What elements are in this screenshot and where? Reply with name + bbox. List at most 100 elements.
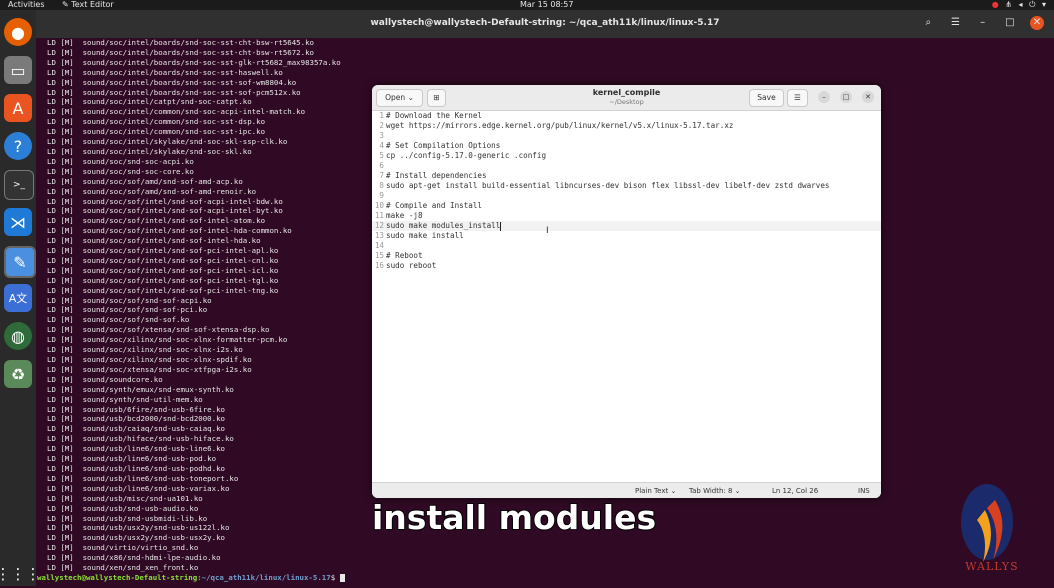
terminal-line: LD [M] sound/xen/snd_xen_front.ko bbox=[47, 563, 199, 573]
line-number: 9 bbox=[379, 191, 384, 200]
editor-header: Open ⌄ ⊞ kernel_compile ~/Desktop Save ☰… bbox=[372, 85, 881, 111]
line-text: # Compile and Install bbox=[386, 201, 483, 210]
editor-line: 1 # Download the Kernel bbox=[372, 111, 881, 121]
software-icon[interactable]: A bbox=[4, 94, 32, 122]
editor-line: 8 sudo apt-get install build-essential li… bbox=[372, 181, 881, 191]
record-icon: ● bbox=[991, 0, 1001, 9]
line-number: 6 bbox=[379, 161, 384, 170]
terminal-line: LD [M] sound/x86/snd-hdmi-lpe-audio.ko bbox=[47, 553, 221, 563]
editor-line: 4 # Set Compilation Options bbox=[372, 141, 881, 151]
line-number: 10 bbox=[374, 201, 384, 210]
editor-line: 11 make -j8 bbox=[372, 211, 881, 221]
apps-grid-icon[interactable]: ⋮⋮⋮ bbox=[0, 560, 41, 588]
firefox-icon[interactable]: ● bbox=[4, 18, 32, 46]
line-text: wget https://mirrors.edge.kernel.org/pub… bbox=[386, 121, 734, 130]
text-editor-window: Open ⌄ ⊞ kernel_compile ~/Desktop Save ☰… bbox=[372, 85, 881, 498]
editor-line: 14 bbox=[372, 241, 881, 251]
line-text: # Reboot bbox=[386, 251, 423, 260]
menu-icon[interactable]: ☰ bbox=[948, 16, 962, 30]
text-cursor-icon: I bbox=[546, 226, 549, 236]
editor-line: 5 cp ../config-5.17.0-generic .config bbox=[372, 151, 881, 161]
terminal-line: LD [M] sound/soc/intel/boards/snd-soc-ss… bbox=[47, 57, 341, 67]
prompt-path: :~/qca_ath11k/linux/linux-5.17 bbox=[197, 572, 331, 582]
editor-line: 10 # Compile and Install bbox=[372, 201, 881, 211]
line-number: 11 bbox=[374, 211, 384, 220]
line-number: 1 bbox=[379, 111, 384, 120]
line-number: 3 bbox=[379, 131, 384, 140]
tab-width-selector[interactable]: Tab Width: 8 ⌄ bbox=[689, 487, 741, 495]
close-icon[interactable]: ✕ bbox=[1030, 16, 1044, 30]
chevron-down-icon: ▾ bbox=[1041, 0, 1048, 9]
terminal-title: wallystech@wallystech-Default-string: ~/… bbox=[370, 18, 720, 28]
files-icon[interactable]: ▭ bbox=[4, 56, 32, 84]
terminal-header: wallystech@wallystech-Default-string: ~/… bbox=[36, 10, 1054, 38]
terminal-line: LD [M] sound/soc/intel/boards/snd-soc-ss… bbox=[47, 67, 283, 77]
hamburger-menu-button[interactable]: ☰ bbox=[787, 89, 808, 107]
trash-icon[interactable]: ♻ bbox=[4, 360, 32, 388]
editor-line: 3 bbox=[372, 131, 881, 141]
line-text: sudo reboot bbox=[386, 261, 437, 270]
save-button[interactable]: Save bbox=[749, 89, 784, 107]
terminal-prompt[interactable]: wallystech@wallystech-Default-string:~/q… bbox=[36, 573, 1054, 583]
editor-statusbar: Plain Text ⌄ Tab Width: 8 ⌄ Ln 12, Col 2… bbox=[372, 482, 881, 498]
volume-icon: ◂ bbox=[1018, 0, 1025, 9]
prompt-symbol: $ bbox=[330, 572, 340, 582]
editor-line: 9 bbox=[372, 191, 881, 201]
clock[interactable]: Mar 15 08:57 bbox=[520, 0, 573, 10]
translate-icon[interactable]: A文 bbox=[4, 284, 32, 312]
terminal-line: LD [M] sound/virtio/virtio_snd.ko bbox=[47, 543, 199, 553]
maximize-icon[interactable]: □ bbox=[840, 91, 852, 103]
line-text: make -j8 bbox=[386, 211, 423, 220]
line-number: 16 bbox=[374, 261, 384, 270]
editor-line: 16 sudo reboot bbox=[372, 261, 881, 271]
network-icon: ⋔ bbox=[1005, 0, 1014, 9]
app-menu-label: Text Editor bbox=[71, 0, 114, 9]
editor-text-area[interactable]: 1 # Download the Kernel 2 wget https://mirr… bbox=[372, 110, 881, 482]
editor-line: 2 wget https://mirrors.edge.kernel.org/pu… bbox=[372, 121, 881, 131]
cursor-position[interactable]: Ln 12, Col 26 bbox=[772, 487, 818, 495]
editor-line: 12 sudo make modules_install bbox=[372, 221, 881, 231]
line-number: 8 bbox=[379, 181, 384, 190]
logo-text: WALLYS bbox=[965, 560, 1019, 573]
browser-icon[interactable]: ◍ bbox=[4, 322, 32, 350]
line-text: cp ../config-5.17.0-generic .config bbox=[386, 151, 547, 160]
editor-line: 15 # Reboot bbox=[372, 251, 881, 261]
search-icon[interactable]: ⌕ bbox=[921, 16, 935, 30]
activities-button[interactable]: Activities bbox=[8, 0, 45, 10]
vscode-icon[interactable]: ⋊ bbox=[4, 208, 32, 236]
app-menu[interactable]: ✎ Text Editor bbox=[62, 0, 114, 10]
editor-line: 7 # Install dependencies bbox=[372, 171, 881, 181]
minimize-icon[interactable]: – bbox=[818, 91, 830, 103]
line-number: 15 bbox=[374, 251, 384, 260]
line-text: # Download the Kernel bbox=[386, 111, 483, 120]
maximize-icon[interactable]: □ bbox=[1003, 16, 1017, 30]
line-number: 4 bbox=[379, 141, 384, 150]
terminal-line: LD [M] sound/soc/intel/boards/snd-soc-ss… bbox=[47, 38, 314, 47]
line-text: sudo apt-get install build-essential lib… bbox=[386, 181, 830, 190]
editor-line: 13 sudo make install bbox=[372, 231, 881, 241]
line-number: 5 bbox=[379, 151, 384, 160]
line-text: # Set Compilation Options bbox=[386, 141, 501, 150]
line-number: 2 bbox=[379, 121, 384, 130]
menu-icon: ☰ bbox=[794, 93, 801, 102]
line-text: sudo make install bbox=[386, 231, 464, 240]
prompt-user: wallystech@wallystech-Default-string bbox=[37, 572, 198, 582]
line-number: 12 bbox=[374, 221, 384, 230]
line-text: # Install dependencies bbox=[386, 171, 487, 180]
power-icon: ⏻ bbox=[1029, 0, 1038, 9]
terminal-cursor bbox=[339, 573, 345, 582]
system-tray[interactable]: ● ⋔ ◂ ⏻ ▾ bbox=[992, 0, 1048, 10]
line-text: sudo make modules_install bbox=[386, 221, 501, 230]
editor-line: 6 bbox=[372, 161, 881, 171]
text-editor-icon[interactable]: ✎ bbox=[4, 246, 36, 278]
minimize-icon[interactable]: – bbox=[976, 16, 990, 30]
insert-mode[interactable]: INS bbox=[858, 487, 870, 495]
line-number: 7 bbox=[379, 171, 384, 180]
terminal-icon[interactable]: >_ bbox=[4, 170, 34, 200]
editor-caret bbox=[500, 221, 502, 231]
help-icon[interactable]: ? bbox=[4, 132, 32, 160]
line-number: 14 bbox=[374, 241, 384, 250]
close-icon[interactable]: ✕ bbox=[862, 91, 874, 103]
line-number: 13 bbox=[374, 231, 384, 240]
language-selector[interactable]: Plain Text ⌄ bbox=[635, 487, 676, 495]
